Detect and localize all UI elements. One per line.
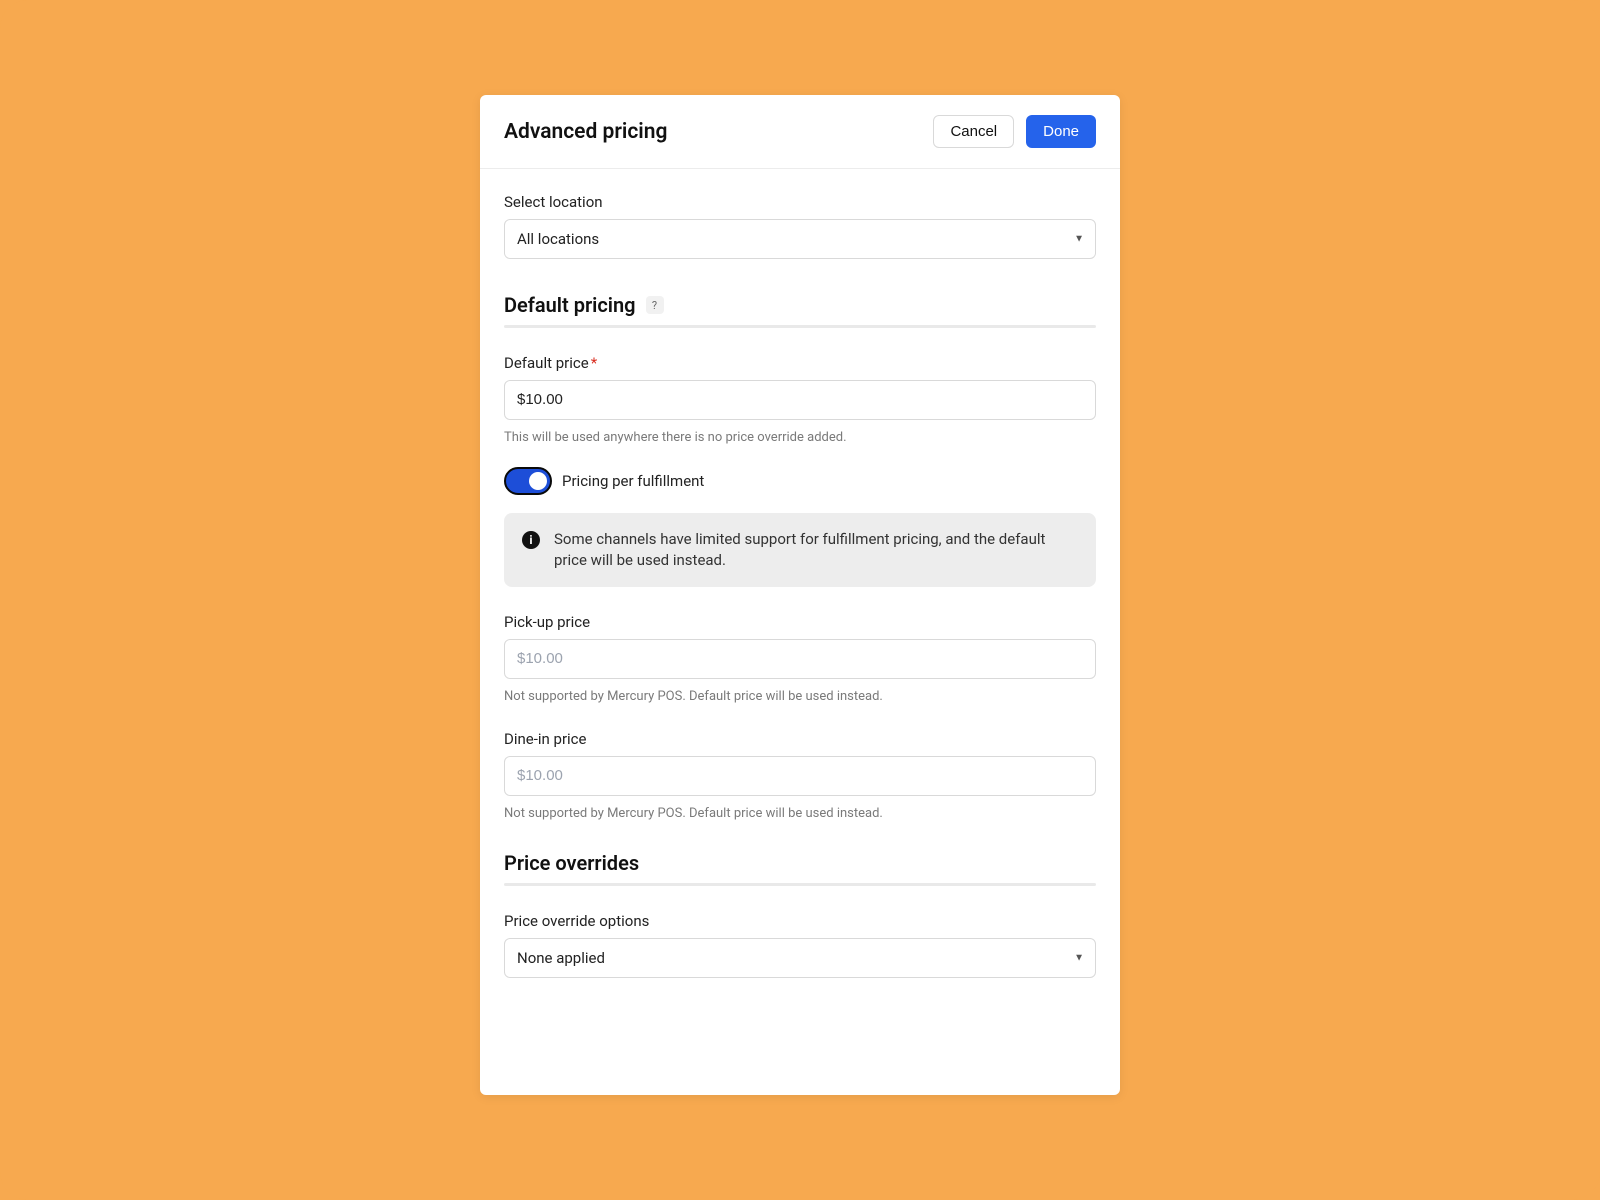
pricing-per-fulfillment-row: Pricing per fulfillment [504,467,1096,495]
price-override-options-value: None applied [504,938,1096,978]
dinein-price-label: Dine-in price [504,730,1096,748]
page-background: Advanced pricing Cancel Done Select loca… [0,0,1600,1200]
card-header: Advanced pricing Cancel Done [480,95,1120,169]
pickup-price-input[interactable] [504,639,1096,679]
default-pricing-heading-row: Default pricing ? [504,293,1096,317]
cancel-button[interactable]: Cancel [933,115,1014,148]
default-price-help: This will be used anywhere there is no p… [504,430,1096,445]
pricing-per-fulfillment-label: Pricing per fulfillment [562,472,704,490]
header-actions: Cancel Done [933,115,1096,148]
default-price-label: Default price* [504,354,1096,372]
fulfillment-notice: i Some channels have limited support for… [504,513,1096,587]
location-label: Select location [504,193,1096,211]
required-asterisk-icon: * [591,354,597,372]
pickup-price-help: Not supported by Mercury POS. Default pr… [504,689,1096,704]
location-select-value: All locations [504,219,1096,259]
pickup-price-label: Pick-up price [504,613,1096,631]
dinein-price-help: Not supported by Mercury POS. Default pr… [504,806,1096,821]
info-icon: i [522,531,540,549]
price-overrides-heading-row: Price overrides [504,851,1096,875]
price-overrides-heading: Price overrides [504,851,639,875]
advanced-pricing-card: Advanced pricing Cancel Done Select loca… [480,95,1120,1095]
location-select[interactable]: All locations ▼ [504,219,1096,259]
price-override-options-label: Price override options [504,912,1096,930]
dinein-price-input[interactable] [504,756,1096,796]
pricing-per-fulfillment-toggle[interactable] [504,467,552,495]
default-price-input[interactable] [504,380,1096,420]
fulfillment-notice-text: Some channels have limited support for f… [554,529,1078,571]
help-icon[interactable]: ? [646,296,664,314]
default-pricing-heading: Default pricing [504,293,636,317]
default-price-label-text: Default price [504,354,589,372]
page-title: Advanced pricing [504,120,667,144]
price-override-options-select[interactable]: None applied ▼ [504,938,1096,978]
toggle-knob [529,472,547,490]
done-button[interactable]: Done [1026,115,1096,148]
card-body: Select location All locations ▼ Default … [480,169,1120,1002]
